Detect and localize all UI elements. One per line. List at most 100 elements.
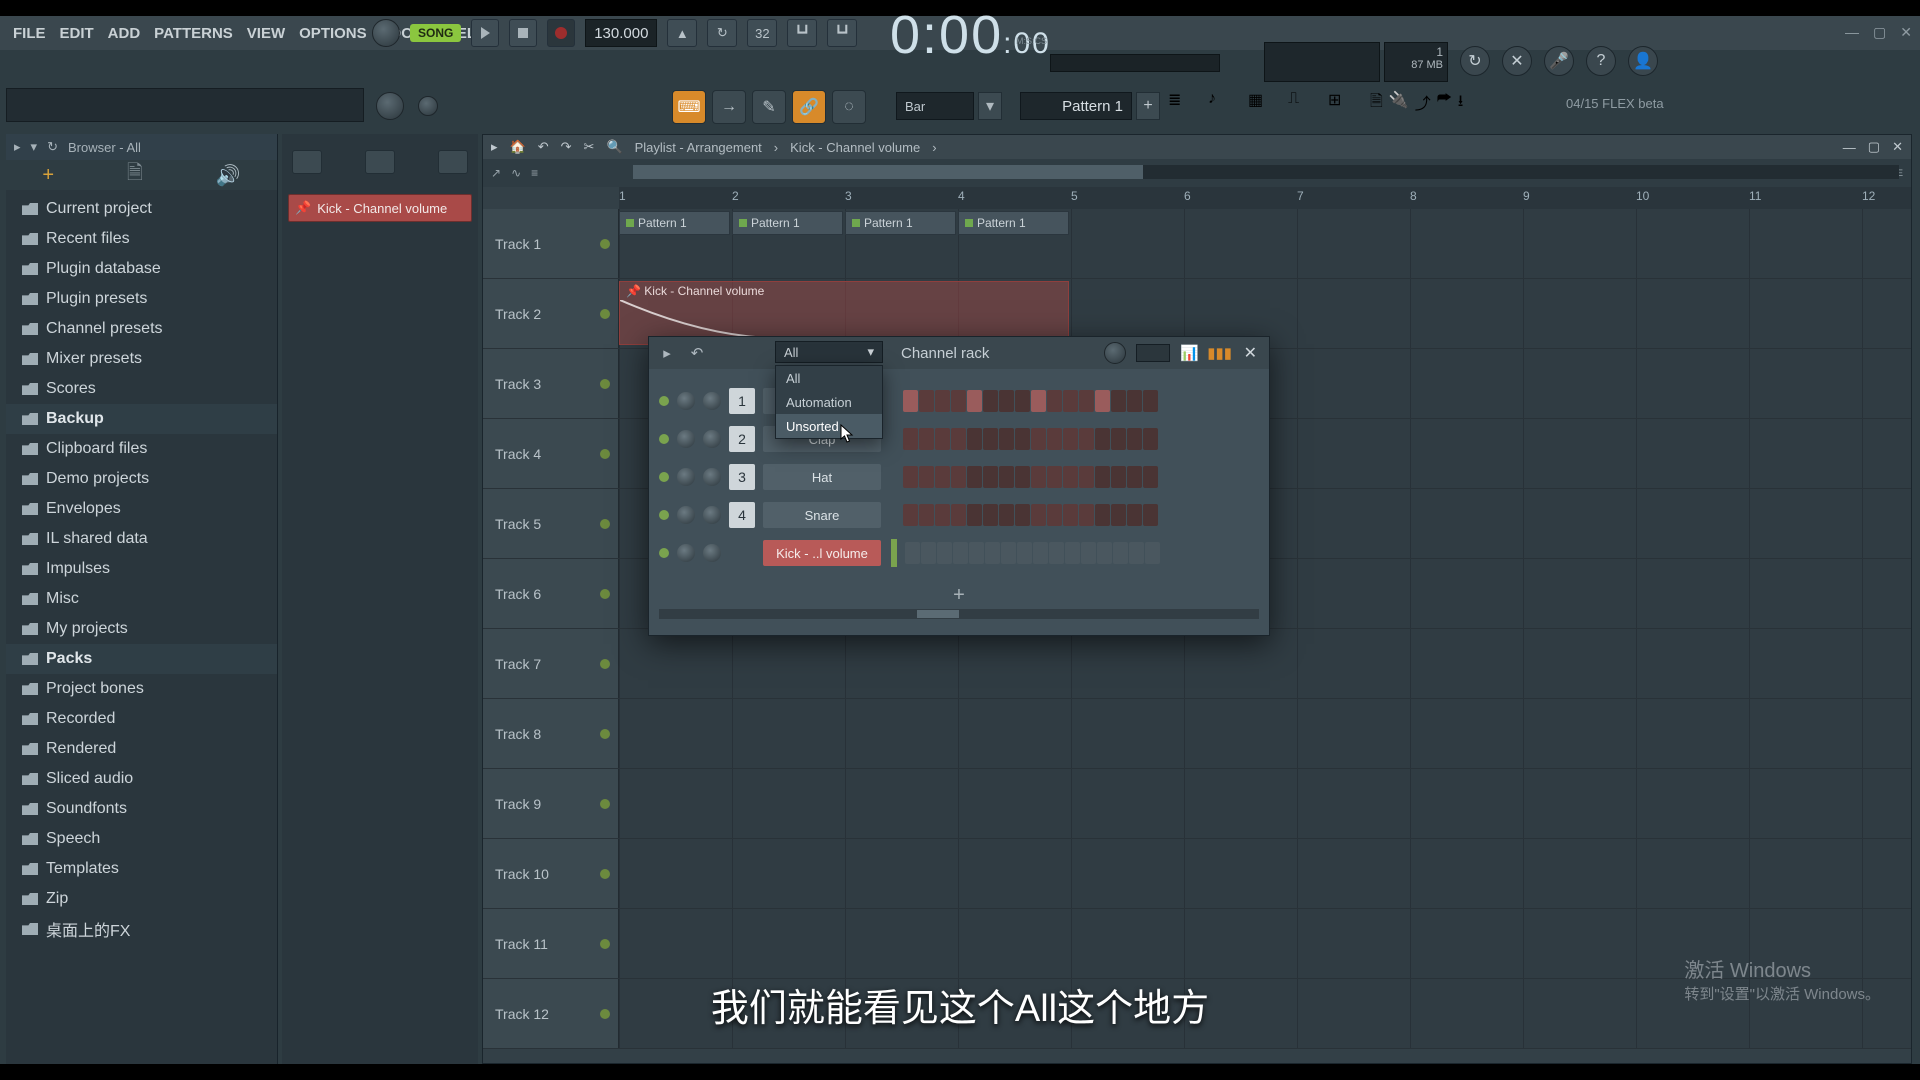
browser-item[interactable]: Zip bbox=[6, 884, 277, 914]
pl-menu-icon[interactable]: ▸ bbox=[491, 139, 498, 155]
step-cell[interactable] bbox=[967, 504, 982, 526]
step-cell[interactable] bbox=[967, 390, 982, 412]
step-cell[interactable] bbox=[919, 428, 934, 450]
track-header[interactable]: Track 1 bbox=[483, 209, 619, 278]
step-cell[interactable] bbox=[1017, 542, 1032, 564]
filter-option-all[interactable]: All bbox=[776, 366, 882, 390]
step-cell[interactable] bbox=[1113, 542, 1128, 564]
step-cell[interactable] bbox=[903, 504, 918, 526]
pattern-add-button[interactable]: + bbox=[1136, 92, 1160, 120]
channel-pan-knob[interactable] bbox=[677, 468, 695, 486]
stop-button[interactable] bbox=[509, 19, 537, 47]
step-edit-icon[interactable]: ┗┛ bbox=[827, 19, 857, 47]
step-cell[interactable] bbox=[985, 542, 1000, 564]
browser-item[interactable]: Sliced audio bbox=[6, 764, 277, 794]
track-header[interactable]: Track 4 bbox=[483, 419, 619, 488]
step-cell[interactable] bbox=[951, 428, 966, 450]
step-cell[interactable] bbox=[951, 390, 966, 412]
browser-item[interactable]: Templates bbox=[6, 854, 277, 884]
menu-options[interactable]: OPTIONS bbox=[292, 25, 374, 42]
step-cell[interactable] bbox=[1143, 390, 1158, 412]
step-cell[interactable] bbox=[1095, 428, 1110, 450]
render-icon[interactable]: ⤴ bbox=[1415, 90, 1431, 117]
step-icon[interactable]: → bbox=[712, 90, 746, 124]
pattern-clip[interactable]: Pattern 1 bbox=[619, 211, 730, 235]
step-cell[interactable] bbox=[1095, 504, 1110, 526]
step-cell[interactable] bbox=[1127, 466, 1142, 488]
midi-icon[interactable]: 🎤 bbox=[1544, 46, 1574, 76]
step-cell[interactable] bbox=[1015, 428, 1030, 450]
rack-menu-icon[interactable]: ▸ bbox=[657, 343, 677, 363]
step-cell[interactable] bbox=[903, 390, 918, 412]
channelrack-view-icon[interactable]: ▦ bbox=[1248, 90, 1282, 124]
step-cell[interactable] bbox=[935, 466, 950, 488]
step-cell[interactable] bbox=[969, 542, 984, 564]
add-channel-button[interactable]: + bbox=[649, 581, 1269, 609]
browser-item[interactable]: Demo projects bbox=[6, 464, 277, 494]
step-cell[interactable] bbox=[1145, 542, 1160, 564]
step-cell[interactable] bbox=[1031, 504, 1046, 526]
browser-item[interactable]: Soundfonts bbox=[6, 794, 277, 824]
step-cell[interactable] bbox=[967, 428, 982, 450]
step-cell[interactable] bbox=[1081, 542, 1096, 564]
step-cell[interactable] bbox=[1127, 428, 1142, 450]
browser-item[interactable]: Packs bbox=[6, 644, 277, 674]
track-header[interactable]: Track 12 bbox=[483, 979, 619, 1048]
rack-close-icon[interactable]: ✕ bbox=[1240, 343, 1261, 363]
playlist-titlebar[interactable]: ▸ 🏠 ↶ ↷ ✂ 🔍 Playlist - Arrangement › Kic… bbox=[483, 135, 1911, 159]
pianoroll-view-icon[interactable]: ♪ bbox=[1208, 90, 1242, 124]
main-volume-knob[interactable] bbox=[372, 19, 400, 47]
track-mute-dot[interactable] bbox=[600, 309, 610, 319]
browser-item[interactable]: Speech bbox=[6, 824, 277, 854]
mixer-view-icon[interactable]: ⎍ bbox=[1288, 90, 1322, 124]
step-cell[interactable] bbox=[1095, 390, 1110, 412]
track-mute-dot[interactable] bbox=[600, 729, 610, 739]
browser-item[interactable]: My projects bbox=[6, 614, 277, 644]
browser-item[interactable]: Current project bbox=[6, 194, 277, 224]
step-cell[interactable] bbox=[919, 466, 934, 488]
step-cell[interactable] bbox=[1047, 504, 1062, 526]
track-header[interactable]: Track 9 bbox=[483, 769, 619, 838]
playlist-view-icon[interactable]: ≣ bbox=[1168, 90, 1202, 124]
channel-enable-led[interactable] bbox=[659, 472, 669, 482]
step-cell[interactable] bbox=[999, 390, 1014, 412]
song-pat-toggle[interactable]: SONG bbox=[410, 24, 461, 42]
expand-icon[interactable]: ▾ bbox=[31, 139, 38, 155]
picker-marker-icon[interactable] bbox=[365, 150, 395, 174]
step-cell[interactable] bbox=[1063, 466, 1078, 488]
step-cell[interactable] bbox=[1111, 504, 1126, 526]
step-cell[interactable] bbox=[1015, 466, 1030, 488]
track-header[interactable]: Track 10 bbox=[483, 839, 619, 908]
step-cell[interactable] bbox=[1063, 390, 1078, 412]
step-cell[interactable] bbox=[1111, 466, 1126, 488]
step-cell[interactable] bbox=[983, 428, 998, 450]
browser-item[interactable]: Clipboard files bbox=[6, 434, 277, 464]
channel-filter-selector[interactable]: All ▾ bbox=[775, 341, 883, 363]
step-cell[interactable] bbox=[983, 466, 998, 488]
step-cell[interactable] bbox=[1143, 428, 1158, 450]
menu-patterns[interactable]: PATTERNS bbox=[147, 25, 240, 42]
browser-header[interactable]: ▸ ▾ ↻ Browser - All bbox=[6, 134, 277, 160]
channel-slot-number[interactable]: 2 bbox=[729, 426, 755, 452]
browser-item[interactable]: Plugin presets bbox=[6, 284, 277, 314]
track-mute-dot[interactable] bbox=[600, 869, 610, 879]
new-icon[interactable]: 🗎 bbox=[1370, 90, 1383, 117]
window-close-icon[interactable]: ✕ bbox=[1900, 24, 1912, 41]
pl-max-icon[interactable]: ▢ bbox=[1868, 139, 1880, 155]
filter-option-automation[interactable]: Automation bbox=[776, 390, 882, 414]
track-mute-dot[interactable] bbox=[600, 589, 610, 599]
channel-vol-knob[interactable] bbox=[703, 506, 721, 524]
track-mute-dot[interactable] bbox=[600, 449, 610, 459]
track-mute-dot[interactable] bbox=[600, 379, 610, 389]
browser-item[interactable]: Recorded bbox=[6, 704, 277, 734]
channel-vol-knob[interactable] bbox=[703, 544, 721, 562]
channel-enable-led[interactable] bbox=[659, 548, 669, 558]
channel-pan-knob[interactable] bbox=[677, 544, 695, 562]
step-cell[interactable] bbox=[937, 542, 952, 564]
step-cell[interactable] bbox=[999, 466, 1014, 488]
step-cell[interactable] bbox=[919, 504, 934, 526]
export-icon[interactable]: ⮫ bbox=[1437, 90, 1452, 117]
help-icon[interactable]: ? bbox=[1586, 46, 1616, 76]
window-maximize-icon[interactable]: ▢ bbox=[1873, 24, 1886, 41]
step-cell[interactable] bbox=[935, 428, 950, 450]
